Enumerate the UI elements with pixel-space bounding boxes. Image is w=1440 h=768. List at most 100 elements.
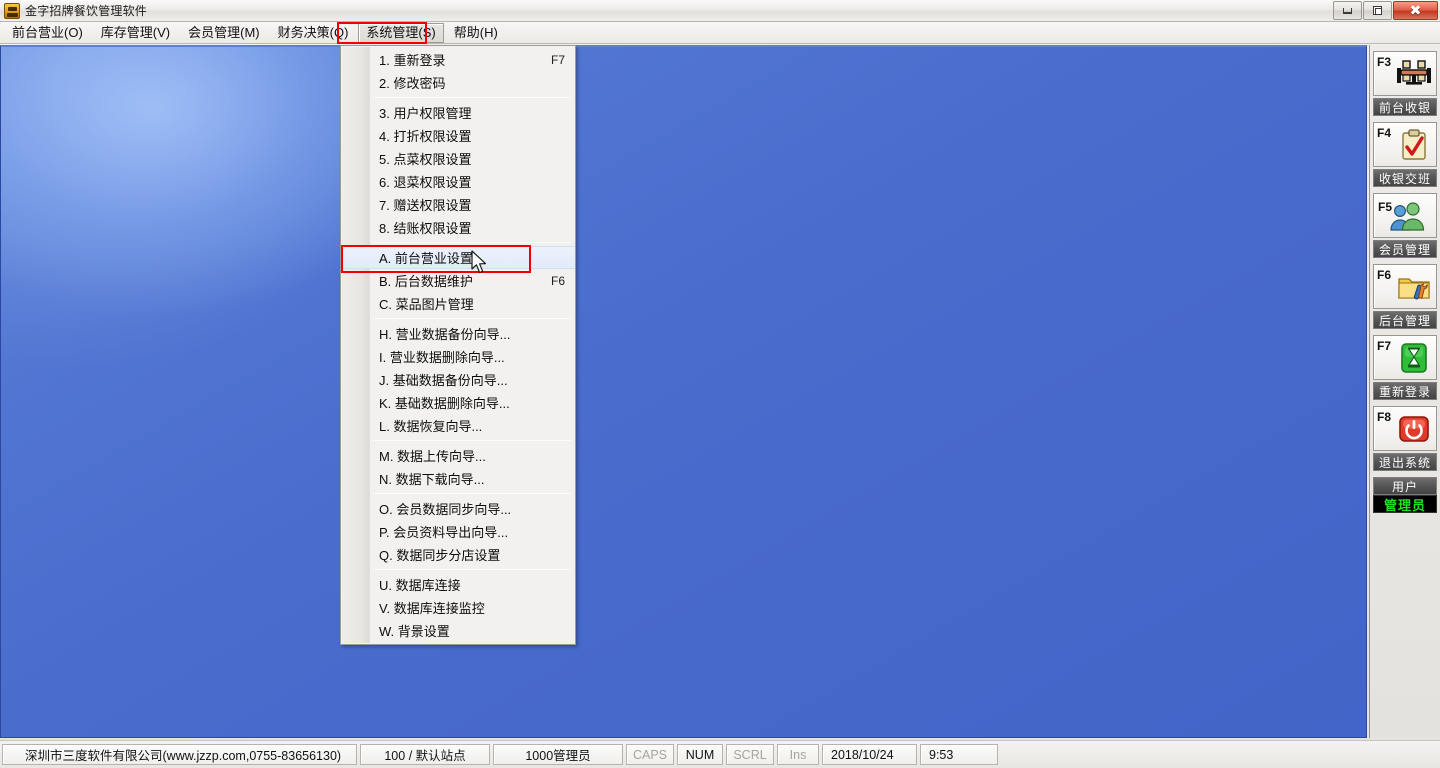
menu-item-label: B. 后台数据维护	[379, 274, 473, 289]
menu-separator	[373, 97, 571, 98]
sidebar-button-f4-shift-handover[interactable]: F4	[1373, 122, 1437, 167]
menu-item-label: 4. 打折权限设置	[379, 129, 472, 144]
menu-item-label: I. 营业数据删除向导...	[379, 350, 505, 365]
status-ins-indicator: Ins	[777, 744, 819, 765]
menu-item-data-sync-branch-settings[interactable]: Q. 数据同步分店设置	[341, 543, 575, 566]
window-title: 金字招牌餐饮管理软件	[25, 4, 148, 18]
menu-item-business-data-backup-wizard[interactable]: H. 营业数据备份向导...	[341, 322, 575, 345]
menu-item-data-upload-wizard[interactable]: M. 数据上传向导...	[341, 444, 575, 467]
menu-item-label: 6. 退菜权限设置	[379, 175, 472, 190]
menu-item-change-password[interactable]: 2. 修改密码	[341, 71, 575, 94]
function-key-label: F4	[1377, 126, 1392, 140]
menu-item-label: W. 背景设置	[379, 624, 450, 639]
menubar-item-inventory[interactable]: 库存管理(V)	[93, 23, 178, 43]
menubar-item-system[interactable]: 系统管理(S)	[358, 22, 444, 43]
menu-item-label: 5. 点菜权限设置	[379, 152, 472, 167]
menu-group: U. 数据库连接 V. 数据库连接监控 W. 背景设置	[341, 573, 575, 642]
menu-item-label: Q. 数据同步分店设置	[379, 548, 501, 563]
restaurant-app-icon	[4, 2, 20, 19]
menu-group: H. 营业数据备份向导... I. 营业数据删除向导... J. 基础数据备份向…	[341, 322, 575, 437]
sidebar-caption-shift-handover: 收银交班	[1373, 169, 1437, 187]
menu-item-user-permissions[interactable]: 3. 用户权限管理	[341, 101, 575, 124]
menu-item-dish-image-management[interactable]: C. 菜品图片管理	[341, 292, 575, 315]
menu-item-business-data-delete-wizard[interactable]: I. 营业数据删除向导...	[341, 345, 575, 368]
function-key-label: F8	[1377, 410, 1392, 424]
menu-item-label: N. 数据下载向导...	[379, 472, 485, 487]
menu-item-gift-permissions[interactable]: 7. 赠送权限设置	[341, 193, 575, 216]
sidebar-button-f8-exit[interactable]: F8	[1373, 406, 1437, 451]
menu-item-label: 8. 结账权限设置	[379, 221, 472, 236]
minimize-button[interactable]	[1333, 1, 1362, 20]
workspace-background	[0, 45, 1367, 738]
window-controls: ✖	[1333, 1, 1438, 20]
restore-button[interactable]	[1363, 1, 1392, 20]
sidebar-button-f5-members[interactable]: F5	[1373, 193, 1437, 238]
menu-item-database-connection-monitor[interactable]: V. 数据库连接监控	[341, 596, 575, 619]
menu-item-label: P. 会员资料导出向导...	[379, 525, 509, 540]
system-menu-dropdown: 1. 重新登录 F7 2. 修改密码 3. 用户权限管理 4. 打折权限设置 5…	[340, 45, 576, 645]
menu-item-label: 3. 用户权限管理	[379, 106, 472, 121]
menu-item-front-desk-settings[interactable]: A. 前台营业设置	[341, 246, 575, 269]
menu-item-return-dish-permissions[interactable]: 6. 退菜权限设置	[341, 170, 575, 193]
sidebar-button-f3-cashier[interactable]: F3	[1373, 51, 1437, 96]
menu-item-settlement-permissions[interactable]: 8. 结账权限设置	[341, 216, 575, 239]
restore-icon	[1373, 6, 1382, 15]
menu-item-data-restore-wizard[interactable]: L. 数据恢复向导...	[341, 414, 575, 437]
dining-table-icon	[1391, 59, 1436, 89]
menubar-item-help[interactable]: 帮助(H)	[446, 23, 506, 43]
menu-item-label: K. 基础数据删除向导...	[379, 396, 510, 411]
menu-item-label: M. 数据上传向导...	[379, 449, 486, 464]
menu-item-data-download-wizard[interactable]: N. 数据下载向导...	[341, 467, 575, 490]
menu-item-label: 1. 重新登录	[379, 53, 446, 68]
menu-separator	[373, 493, 571, 494]
status-scrl-indicator: SCRL	[726, 744, 774, 765]
menu-separator	[373, 242, 571, 243]
function-key-label: F3	[1377, 55, 1392, 69]
menu-item-order-permissions[interactable]: 5. 点菜权限设置	[341, 147, 575, 170]
sidebar-user-value: 管理员	[1373, 495, 1437, 513]
menu-item-basic-data-delete-wizard[interactable]: K. 基础数据删除向导...	[341, 391, 575, 414]
menu-item-label: 7. 赠送权限设置	[379, 198, 472, 213]
menubar-item-finance[interactable]: 财务决策(Q)	[270, 23, 357, 43]
menu-item-relogin[interactable]: 1. 重新登录 F7	[341, 48, 575, 71]
menu-item-label: J. 基础数据备份向导...	[379, 373, 508, 388]
status-caps-indicator: CAPS	[626, 744, 674, 765]
status-station: 100 / 默认站点	[360, 744, 490, 765]
minimize-icon	[1343, 7, 1352, 14]
menu-item-member-data-sync-wizard[interactable]: O. 会员数据同步向导...	[341, 497, 575, 520]
status-bar: 深圳市三度软件有限公司(www.jzzp.com,0755-83656130) …	[0, 740, 1440, 768]
menu-item-label: H. 营业数据备份向导...	[379, 327, 511, 342]
menu-item-backend-data-maintenance[interactable]: B. 后台数据维护 F6	[341, 269, 575, 292]
sidebar-caption-cashier: 前台收银	[1373, 98, 1437, 116]
menu-group: 3. 用户权限管理 4. 打折权限设置 5. 点菜权限设置 6. 退菜权限设置 …	[341, 101, 575, 239]
status-date: 2018/10/24	[822, 744, 917, 765]
status-num-indicator: NUM	[677, 744, 723, 765]
sidebar-caption-exit: 退出系统	[1373, 453, 1437, 471]
menubar-item-front-desk[interactable]: 前台营业(O)	[4, 23, 91, 43]
sidebar-button-f6-backend[interactable]: F6	[1373, 264, 1437, 309]
status-time: 9:53	[920, 744, 998, 765]
menu-item-label: C. 菜品图片管理	[379, 297, 474, 312]
menu-item-label: U. 数据库连接	[379, 578, 461, 593]
menu-item-discount-permissions[interactable]: 4. 打折权限设置	[341, 124, 575, 147]
menu-item-accelerator: F7	[550, 52, 565, 67]
close-button[interactable]: ✖	[1393, 1, 1438, 20]
sidebar-button-f7-relogin[interactable]: F7	[1373, 335, 1437, 380]
menu-item-label: O. 会员数据同步向导...	[379, 502, 512, 517]
sidebar-caption-backend: 后台管理	[1373, 311, 1437, 329]
menu-item-accelerator: F6	[550, 273, 565, 288]
function-key-label: F5	[1378, 200, 1393, 214]
sidebar-caption-relogin: 重新登录	[1373, 382, 1437, 400]
menu-item-background-settings[interactable]: W. 背景设置	[341, 619, 575, 642]
menu-item-basic-data-backup-wizard[interactable]: J. 基础数据备份向导...	[341, 368, 575, 391]
menubar-item-members[interactable]: 会员管理(M)	[180, 23, 268, 43]
sidebar-caption-members: 会员管理	[1373, 240, 1437, 258]
menu-item-label: V. 数据库连接监控	[379, 601, 485, 616]
title-bar: 金字招牌餐饮管理软件 ✖	[0, 0, 1440, 22]
menu-item-member-data-export-wizard[interactable]: P. 会员资料导出向导...	[341, 520, 575, 543]
menu-group: M. 数据上传向导... N. 数据下载向导...	[341, 444, 575, 490]
menu-separator	[373, 318, 571, 319]
application-window: 金字招牌餐饮管理软件 ✖ 前台营业(O) 库存管理(V) 会员管理(M) 财务决…	[0, 0, 1440, 768]
folder-tools-icon	[1391, 273, 1436, 301]
menu-item-database-connection[interactable]: U. 数据库连接	[341, 573, 575, 596]
